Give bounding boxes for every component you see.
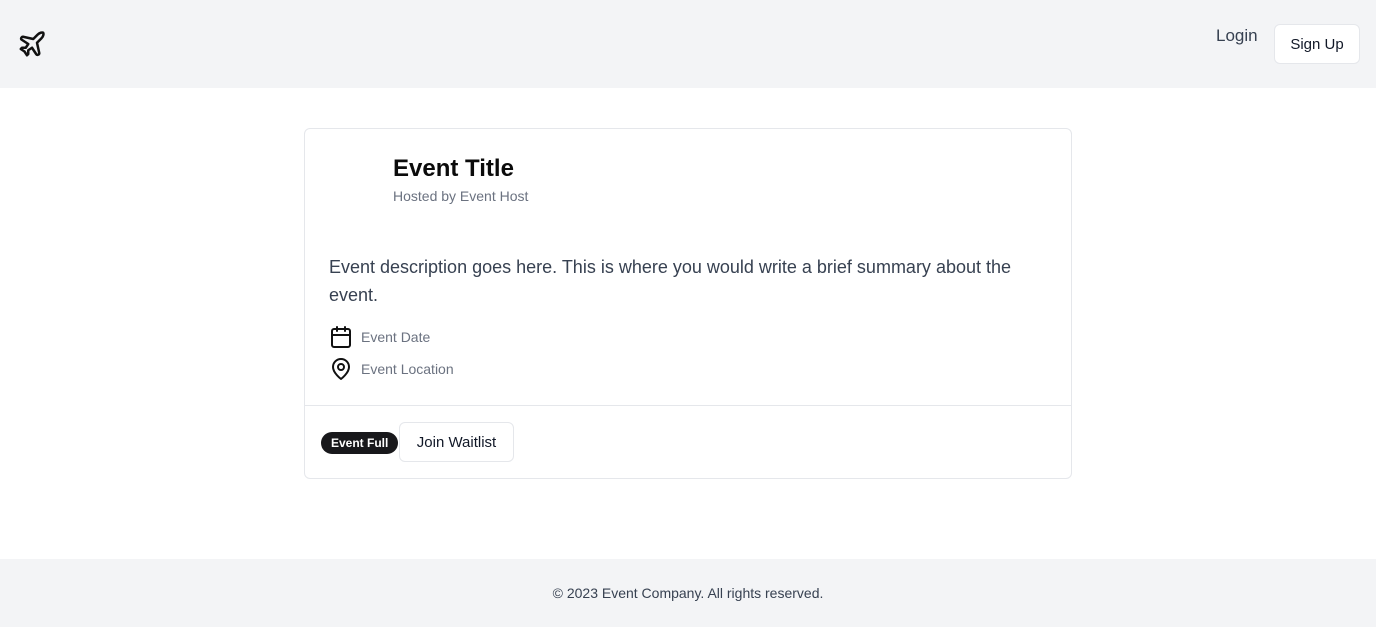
event-date: Event Date: [361, 329, 431, 345]
card-divider: [305, 405, 1071, 406]
event-host: Hosted by Event Host: [393, 188, 529, 204]
event-location: Event Location: [361, 361, 454, 377]
plane-icon[interactable]: [17, 29, 47, 59]
event-location-row: Event Location: [329, 357, 454, 381]
site-footer: © 2023 Event Company. All rights reserve…: [0, 559, 1376, 627]
status-badge: Event Full: [321, 432, 399, 454]
calendar-icon: [329, 325, 353, 349]
login-link[interactable]: Login: [1216, 26, 1258, 46]
event-card: Event Title Hosted by Event Host Event d…: [304, 128, 1072, 479]
page: Login Sign Up Event Title Hosted by Even…: [0, 0, 1376, 627]
join-waitlist-button[interactable]: Join Waitlist: [399, 422, 514, 462]
event-date-row: Event Date: [329, 325, 430, 349]
event-description: Event description goes here. This is whe…: [329, 257, 1012, 305]
footer-copyright: © 2023 Event Company. All rights reserve…: [552, 585, 824, 601]
event-title: Event Title: [393, 155, 514, 182]
site-header: Login Sign Up: [0, 0, 1376, 88]
signup-button[interactable]: Sign Up: [1274, 24, 1360, 64]
map-pin-icon: [329, 357, 353, 381]
